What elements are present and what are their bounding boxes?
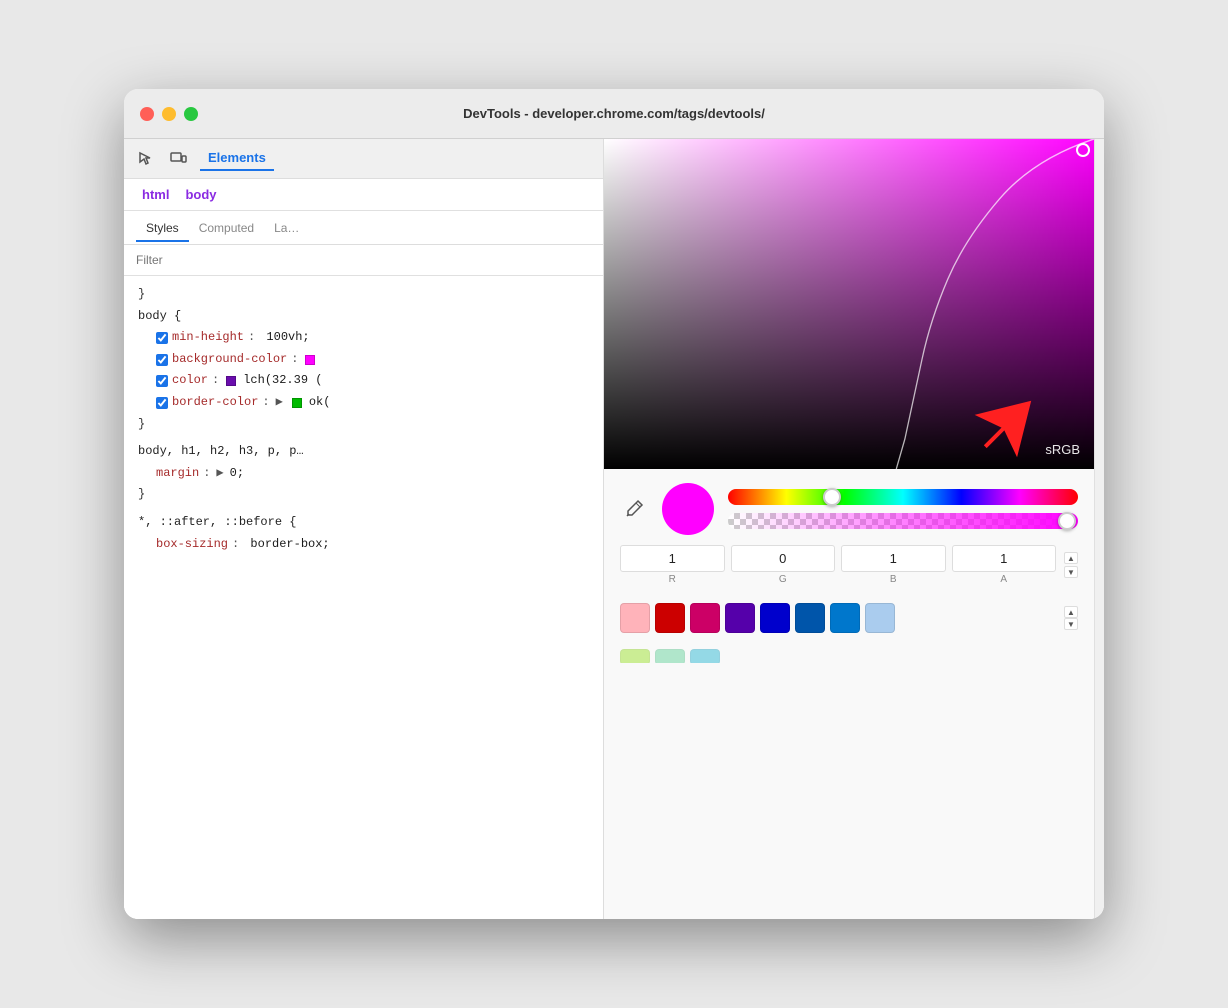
- breadcrumb-bar: html body: [124, 179, 603, 211]
- css-line: }: [136, 284, 591, 306]
- maximize-button[interactable]: [184, 107, 198, 121]
- swatch-2[interactable]: [690, 603, 720, 633]
- rgb-inputs: R G B A ▲ ▼: [620, 545, 1078, 585]
- css-line-margin: margin : ▶ 0;: [136, 463, 591, 485]
- r-label: R: [669, 574, 676, 585]
- eyedropper-button[interactable]: [620, 495, 648, 523]
- traffic-lights: [140, 107, 198, 121]
- g-label: G: [779, 574, 787, 585]
- swatches-row: ▲ ▼: [620, 595, 1078, 637]
- css-line-box-sizing: box-sizing : border-box;: [136, 534, 591, 556]
- channel-up-arrow[interactable]: ▲: [1064, 552, 1078, 564]
- css-line-body: body {: [136, 306, 591, 328]
- swatches-arrows: ▲ ▼: [1064, 606, 1078, 630]
- css-line-body-h1: body, h1, h2, h3, p, p…: [136, 441, 591, 463]
- b-label: B: [890, 574, 897, 585]
- swatch-0[interactable]: [620, 603, 650, 633]
- window-title: DevTools - developer.chrome.com/tags/dev…: [463, 106, 765, 121]
- elements-tab[interactable]: Elements: [200, 146, 274, 171]
- picker-controls: R G B A ▲ ▼: [604, 469, 1094, 919]
- sliders-area: [728, 489, 1078, 529]
- css-line-bg-color: background-color :: [136, 349, 591, 371]
- bg-color-swatch[interactable]: [305, 355, 315, 365]
- tab-computed[interactable]: Computed: [189, 215, 264, 241]
- inspector-icon[interactable]: [136, 149, 156, 169]
- picker-row1: [620, 483, 1078, 535]
- border-color-checkbox[interactable]: [156, 397, 168, 409]
- b-input[interactable]: [841, 545, 946, 572]
- swatch-3[interactable]: [725, 603, 755, 633]
- b-input-group: B: [841, 545, 946, 585]
- swatch-r2-2[interactable]: [690, 649, 720, 663]
- hue-thumb[interactable]: [823, 488, 841, 506]
- tab-styles[interactable]: Styles: [136, 215, 189, 241]
- css-content: } body { min-height : 100vh; background-…: [124, 276, 603, 919]
- css-line-min-height: min-height : 100vh;: [136, 327, 591, 349]
- css-line-color: color : lch(32.39 (: [136, 370, 591, 392]
- a-label: A: [1000, 574, 1007, 585]
- g-input-group: G: [731, 545, 836, 585]
- swatch-r2-0[interactable]: [620, 649, 650, 663]
- hue-slider[interactable]: [728, 489, 1078, 505]
- titlebar: DevTools - developer.chrome.com/tags/dev…: [124, 89, 1104, 139]
- color-swatch[interactable]: [226, 376, 236, 386]
- css-close-brace: }: [136, 414, 591, 436]
- a-input[interactable]: [952, 545, 1057, 572]
- browser-window: DevTools - developer.chrome.com/tags/dev…: [124, 89, 1104, 919]
- r-input[interactable]: [620, 545, 725, 572]
- color-preview: [662, 483, 714, 535]
- swatch-4[interactable]: [760, 603, 790, 633]
- a-input-group: A: [952, 545, 1057, 585]
- swatches-up-arrow[interactable]: ▲: [1064, 606, 1078, 618]
- styles-tab-bar: Styles Computed La…: [124, 211, 603, 245]
- swatch-r2-1[interactable]: [655, 649, 685, 663]
- alpha-slider[interactable]: [728, 513, 1078, 529]
- color-picker-panel: sRGB: [604, 139, 1094, 919]
- devtools-toolbar: Elements: [124, 139, 603, 179]
- bg-color-checkbox[interactable]: [156, 354, 168, 366]
- srgb-label: sRGB: [1045, 442, 1080, 457]
- swatches-row-2: [620, 647, 1078, 663]
- min-height-checkbox[interactable]: [156, 332, 168, 344]
- swatch-6[interactable]: [830, 603, 860, 633]
- left-panel: Elements html body Styles Computed La…: [124, 139, 604, 919]
- swatch-5[interactable]: [795, 603, 825, 633]
- close-button[interactable]: [140, 107, 154, 121]
- css-close-brace2: }: [136, 484, 591, 506]
- r-input-group: R: [620, 545, 725, 585]
- color-checkbox[interactable]: [156, 375, 168, 387]
- tab-layout[interactable]: La…: [264, 215, 309, 241]
- border-color-swatch[interactable]: [292, 398, 302, 408]
- swatches-down-arrow[interactable]: ▼: [1064, 618, 1078, 630]
- scrollbar[interactable]: [1094, 139, 1104, 919]
- swatch-1[interactable]: [655, 603, 685, 633]
- breadcrumb-body[interactable]: body: [179, 185, 222, 204]
- channel-down-arrow[interactable]: ▼: [1064, 566, 1078, 578]
- css-line-star: *, ::after, ::before {: [136, 512, 591, 534]
- alpha-thumb[interactable]: [1058, 512, 1076, 530]
- swatch-7[interactable]: [865, 603, 895, 633]
- breadcrumb-html[interactable]: html: [136, 185, 175, 204]
- g-input[interactable]: [731, 545, 836, 572]
- channel-arrows: ▲ ▼: [1064, 552, 1078, 578]
- device-toolbar-icon[interactable]: [168, 149, 188, 169]
- red-arrow: [970, 389, 1050, 469]
- filter-input[interactable]: [136, 253, 291, 267]
- css-line-border-color: border-color : ▶ ok(: [136, 392, 591, 414]
- color-cursor[interactable]: [1076, 143, 1090, 157]
- devtools-container: Elements html body Styles Computed La…: [124, 139, 1104, 919]
- minimize-button[interactable]: [162, 107, 176, 121]
- filter-bar: [124, 245, 603, 276]
- color-gradient[interactable]: sRGB: [604, 139, 1094, 469]
